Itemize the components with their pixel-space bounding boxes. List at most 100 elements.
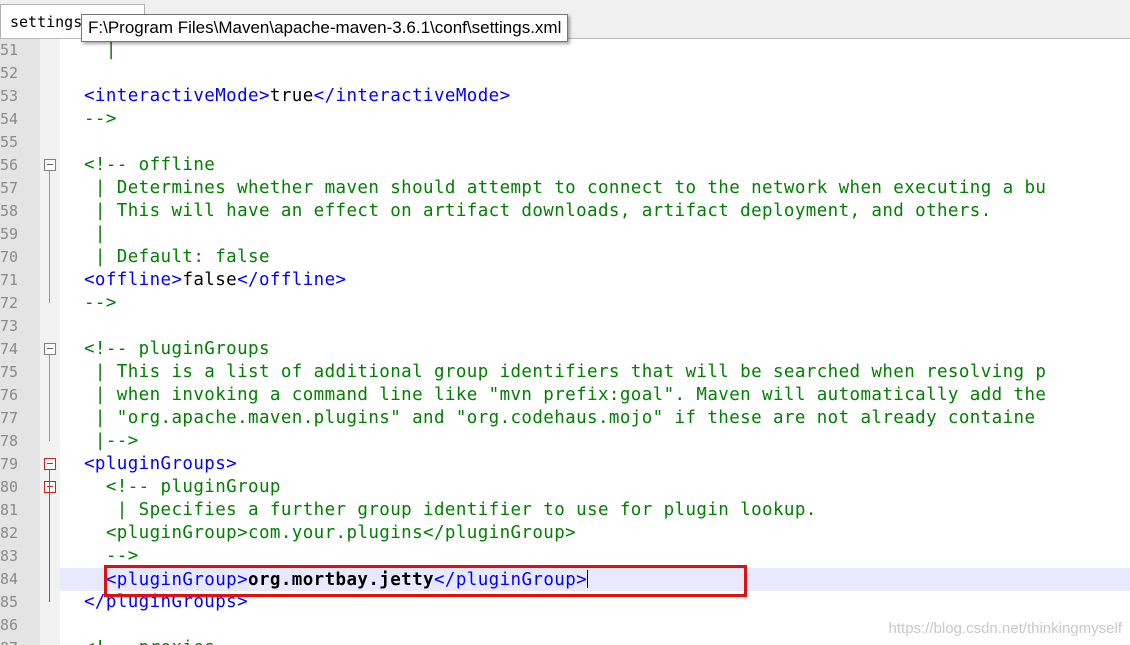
code-token: |: [84, 40, 117, 60]
line-number: 53: [0, 87, 19, 105]
code-token: | when invoking a command line like "mvn…: [84, 385, 1047, 405]
code-token: <offline>: [84, 270, 183, 290]
line-number: 58: [0, 202, 19, 220]
code-text: |: [84, 41, 117, 60]
code-text: -->: [84, 547, 139, 566]
code-text: -->: [84, 294, 117, 313]
code-token: true: [269, 86, 314, 106]
line-number: 55: [0, 133, 19, 151]
line-number: 82: [0, 524, 19, 542]
line-number: 73: [0, 317, 19, 335]
watermark: https://blog.csdn.net/thinkingmyself: [888, 620, 1122, 637]
code-line[interactable]: 75 | This is a list of additional group …: [0, 361, 1130, 384]
line-number: 79: [0, 455, 19, 473]
code-line[interactable]: 59 |: [0, 223, 1130, 246]
line-number: 54: [0, 110, 19, 128]
line-number: 76: [0, 386, 19, 404]
code-text: | "org.apache.maven.plugins" and "org.co…: [84, 409, 1035, 428]
code-token: | Default: false: [84, 247, 270, 267]
editor[interactable]: 51 | 52 53 <interactiveMode>true</interacti…: [0, 39, 1130, 645]
code-token: -->: [84, 293, 117, 313]
line-number: 59: [0, 225, 19, 243]
code-text: -->: [84, 110, 117, 129]
code-text: |-->: [84, 432, 139, 451]
code-text: | This is a list of additional group ide…: [84, 363, 1046, 382]
code-token: | "org.apache.maven.plugins" and "org.co…: [84, 408, 1036, 428]
code-token: <!-- pluginGroup: [84, 477, 281, 497]
code-line[interactable]: 72 -->: [0, 292, 1130, 315]
annotation-highlight-box: [104, 565, 747, 597]
code-line[interactable]: 58 | This will have an effect on artifac…: [0, 200, 1130, 223]
line-number: 78: [0, 432, 19, 450]
code-line[interactable]: 51 |: [0, 39, 1130, 62]
code-line[interactable]: 73: [0, 315, 1130, 338]
code-line[interactable]: 80 <!-- pluginGroup: [0, 476, 1130, 499]
code-token: <!-- proxies: [84, 638, 215, 645]
line-number: 77: [0, 409, 19, 427]
code-line[interactable]: 77 | "org.apache.maven.plugins" and "org…: [0, 407, 1130, 430]
code-line[interactable]: 52: [0, 62, 1130, 85]
code-line[interactable]: 53 <interactiveMode>true</interactiveMode…: [0, 85, 1130, 108]
line-number: 80: [0, 478, 19, 496]
code-token: | Specifies a further group identifier t…: [84, 500, 817, 520]
code-token: |: [84, 224, 106, 244]
code-text: <!-- pluginGroups: [84, 340, 270, 359]
line-number: 85: [0, 593, 19, 611]
code-line[interactable]: 71 <offline>false</offline>: [0, 269, 1130, 292]
code-text: <interactiveMode>true</interactiveMode>: [84, 87, 511, 106]
code-text: | Determines whether maven should attemp…: [84, 179, 1046, 198]
code-text: | Specifies a further group identifier t…: [84, 501, 817, 520]
code-token: </interactiveMode>: [313, 86, 511, 106]
code-line[interactable]: 55: [0, 131, 1130, 154]
line-number: 87: [0, 639, 36, 645]
code-line[interactable]: 78 |-->: [0, 430, 1130, 453]
line-number: 81: [0, 501, 19, 519]
file-path-tooltip: F:\Program Files\Maven\apache-maven-3.6.…: [81, 14, 569, 42]
code-line[interactable]: 56 <!-- offline: [0, 154, 1130, 177]
code-token: <pluginGroup>com.your.plugins</pluginGro…: [84, 523, 577, 543]
fold-toggle-icon[interactable]: [44, 458, 56, 470]
line-number: 83: [0, 547, 19, 565]
code-line[interactable]: 70 | Default: false: [0, 246, 1130, 269]
code-token: |-->: [84, 431, 139, 451]
fold-toggle-icon[interactable]: [44, 343, 56, 355]
code-line[interactable]: 81 | Specifies a further group identifie…: [0, 499, 1130, 522]
line-number: 70: [0, 248, 19, 266]
line-number: 84: [0, 570, 19, 588]
code-token: | This is a list of additional group ide…: [84, 362, 1047, 382]
line-number: 71: [0, 271, 19, 289]
line-number: 51: [0, 41, 19, 59]
code-text: | Default: false: [84, 248, 270, 267]
code-text: | when invoking a command line like "mvn…: [84, 386, 1046, 405]
code-text: |: [84, 225, 106, 244]
code-token: false: [182, 270, 238, 290]
line-number: 75: [0, 363, 19, 381]
line-number: 57: [0, 179, 19, 197]
code-line[interactable]: 76 | when invoking a command line like "…: [0, 384, 1130, 407]
fold-toggle-icon[interactable]: [44, 481, 56, 493]
code-line[interactable]: 82 <pluginGroup>com.your.plugins</plugin…: [0, 522, 1130, 545]
code-token: <!-- pluginGroups: [84, 339, 270, 359]
code-token: -->: [84, 546, 139, 566]
code-token: | Determines whether maven should attemp…: [84, 178, 1047, 198]
code-text: <pluginGroup>com.your.plugins</pluginGro…: [84, 524, 576, 543]
code-text: <offline>false</offline>: [84, 271, 346, 290]
code-token: | This will have an effect on artifact d…: [84, 201, 992, 221]
fold-guide-line: [49, 355, 50, 441]
fold-guide-line: [49, 171, 50, 303]
line-number: 74: [0, 340, 19, 358]
code-line[interactable]: 74 <!-- pluginGroups: [0, 338, 1130, 361]
fold-toggle-icon[interactable]: [44, 159, 56, 171]
code-token: <!-- offline: [84, 155, 216, 175]
line-number: 52: [0, 64, 19, 82]
code-line[interactable]: 87 <!-- proxies: [0, 637, 1130, 645]
code-text: <pluginGroups>: [84, 455, 237, 474]
code-text: <!-- offline: [84, 156, 215, 175]
code-text: <!-- pluginGroup: [84, 478, 281, 497]
code-line[interactable]: 54 -->: [0, 108, 1130, 131]
code-token: <pluginGroups>: [84, 454, 238, 474]
code-line[interactable]: 57 | Determines whether maven should att…: [0, 177, 1130, 200]
code-line[interactable]: 79 <pluginGroups>: [0, 453, 1130, 476]
code-token: </offline>: [237, 270, 347, 290]
line-number: 72: [0, 294, 19, 312]
